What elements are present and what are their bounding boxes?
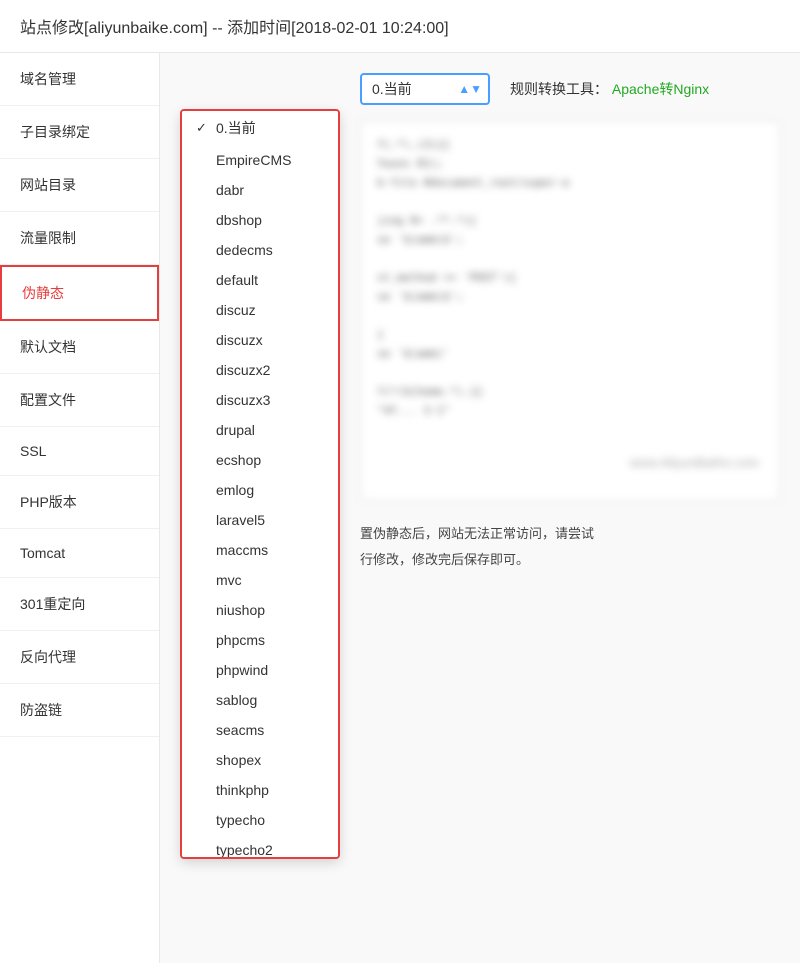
- sidebar-item-domain[interactable]: 域名管理: [0, 53, 159, 106]
- dropdown-item-discuzx2[interactable]: discuzx2: [182, 355, 338, 385]
- code-line-3: b-file #document_root/super-a: [377, 176, 763, 189]
- dropdown-item-discuzx[interactable]: discuzx: [182, 325, 338, 355]
- cms-dropdown[interactable]: ✓ 0.当前 EmpireCMS dabr dbshop dedecms: [180, 109, 340, 859]
- checkmark-icon: ✓: [196, 120, 210, 136]
- dropdown-item-laravel5[interactable]: laravel5: [182, 505, 338, 535]
- dropdown-item-drupal[interactable]: drupal: [182, 415, 338, 445]
- content-toolbar: 0.当前 ▲▼ 规则转换工具： Apache转Nginx: [360, 73, 780, 105]
- dropdown-item-dbshop[interactable]: dbshop: [182, 205, 338, 235]
- dropdown-item-typecho2[interactable]: typecho2: [182, 835, 338, 859]
- dropdown-item-shopex[interactable]: shopex: [182, 745, 338, 775]
- dropdown-item-phpwind[interactable]: phpwind: [182, 655, 338, 685]
- dropdown-item-phpcms[interactable]: phpcms: [182, 625, 338, 655]
- dropdown-item-typecho[interactable]: typecho: [182, 805, 338, 835]
- code-line-2: Youns 81);: [377, 157, 763, 170]
- rule-tool: 规则转换工具： Apache转Nginx: [510, 79, 709, 99]
- rule-tool-link[interactable]: Apache转Nginx: [612, 81, 709, 97]
- dropdown-item-default[interactable]: default: [182, 265, 338, 295]
- sidebar: 域名管理 子目录绑定 网站目录 流量限制 伪静态 默认文档 配置文件 SSL P…: [0, 53, 160, 963]
- page-header: 站点修改[aliyunbaike.com] -- 添加时间[2018-02-01…: [0, 0, 800, 53]
- bottom-info-line2: 行修改，修改完后保存即可。: [360, 547, 780, 573]
- dropdown-item-current[interactable]: ✓ 0.当前: [182, 111, 338, 145]
- sidebar-item-default-doc[interactable]: 默认文档: [0, 321, 159, 374]
- cms-select-input[interactable]: 0.当前: [360, 73, 490, 105]
- dropdown-item-sablog[interactable]: sablog: [182, 685, 338, 715]
- dropdown-item-seacms[interactable]: seacms: [182, 715, 338, 745]
- dropdown-item-niushop[interactable]: niushop: [182, 595, 338, 625]
- right-content-area: 0.当前 ▲▼ 规则转换工具： Apache转Nginx f(.*\.(3){{…: [360, 73, 780, 963]
- code-editor[interactable]: f(.*\.(3){{ Youns 81); b-file #document_…: [360, 121, 780, 501]
- code-line-5: jing 0= .**.*){: [377, 214, 763, 227]
- bottom-info-line1: 置伪静态后，网站无法正常访问，请尝试: [360, 521, 780, 547]
- dropdown-item-ecshop[interactable]: ecshop: [182, 445, 338, 475]
- main-layout: 域名管理 子目录绑定 网站目录 流量限制 伪静态 默认文档 配置文件 SSL P…: [0, 53, 800, 963]
- dropdown-item-thinkphp[interactable]: thinkphp: [182, 775, 338, 805]
- sidebar-item-config[interactable]: 配置文件: [0, 374, 159, 427]
- sidebar-item-traffic[interactable]: 流量限制: [0, 212, 159, 265]
- code-line-7: [377, 252, 763, 265]
- dropdown-item-dedecms[interactable]: dedecms: [182, 235, 338, 265]
- sidebar-item-php[interactable]: PHP版本: [0, 476, 159, 529]
- code-line-4: [377, 195, 763, 208]
- main-content: ✓ 0.当前 EmpireCMS dabr dbshop dedecms: [160, 53, 800, 963]
- sidebar-item-hotlink[interactable]: 防盗链: [0, 684, 159, 737]
- sidebar-item-pseudo[interactable]: 伪静态: [0, 265, 159, 321]
- dropdown-item-empirecms[interactable]: EmpireCMS: [182, 145, 338, 175]
- sidebar-item-proxy[interactable]: 反向代理: [0, 631, 159, 684]
- code-line-14: f(*/$(home.*).{{: [377, 385, 763, 398]
- sidebar-item-tomcat[interactable]: Tomcat: [0, 529, 159, 578]
- sidebar-item-redirect[interactable]: 301重定向: [0, 578, 159, 631]
- code-line-12: se '$(amm)': [377, 347, 763, 360]
- sidebar-item-website[interactable]: 网站目录: [0, 159, 159, 212]
- code-line-1: f(.*\.(3){{: [377, 138, 763, 151]
- bottom-info: 置伪静态后，网站无法正常访问，请尝试 行修改，修改完后保存即可。: [360, 521, 780, 573]
- sidebar-item-subdir[interactable]: 子目录绑定: [0, 106, 159, 159]
- sidebar-item-ssl[interactable]: SSL: [0, 427, 159, 476]
- cms-select-wrapper[interactable]: 0.当前 ▲▼: [360, 73, 490, 105]
- code-line-13: [377, 366, 763, 379]
- dropdown-item-mvc[interactable]: mvc: [182, 565, 338, 595]
- dropdown-item-discuzx3[interactable]: discuzx3: [182, 385, 338, 415]
- watermark: www.AliyunBaiKe.com: [630, 455, 759, 470]
- code-line-8: st_method == 'POST'){: [377, 271, 763, 284]
- rule-tool-prefix: 规则转换工具：: [510, 81, 608, 97]
- dropdown-item-dabr[interactable]: dabr: [182, 175, 338, 205]
- code-line-11: {: [377, 328, 763, 341]
- page-title: 站点修改[aliyunbaike.com] -- 添加时间[2018-02-01…: [20, 20, 449, 37]
- dropdown-item-emlog[interactable]: emlog: [182, 475, 338, 505]
- dropdown-item-discuz[interactable]: discuz: [182, 295, 338, 325]
- code-line-9: se '$(amm)$';: [377, 290, 763, 303]
- dropdown-item-maccms[interactable]: maccms: [182, 535, 338, 565]
- code-line-15: "4f... 3-1": [377, 404, 763, 417]
- code-line-6: se '$(amm)$';: [377, 233, 763, 246]
- code-line-10: [377, 309, 763, 322]
